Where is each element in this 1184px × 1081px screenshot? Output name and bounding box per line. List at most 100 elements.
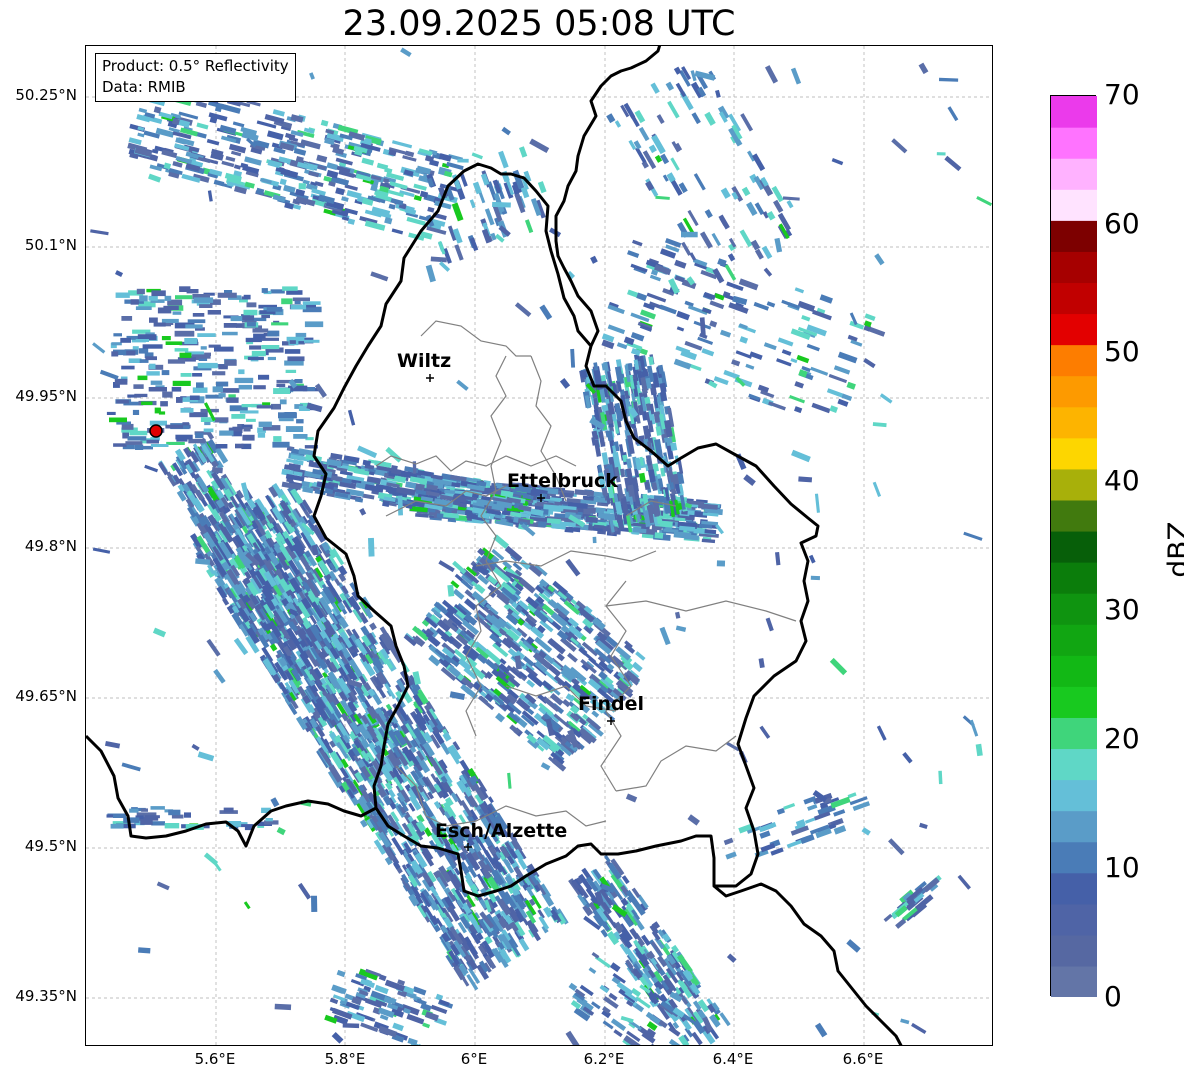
echo-cell	[121, 316, 133, 321]
echo-cell	[262, 402, 271, 406]
echo-cell	[879, 393, 893, 404]
echo-cell	[113, 333, 122, 337]
echo-cell	[406, 1013, 425, 1025]
echo-cell	[157, 307, 172, 314]
echo-cell	[781, 349, 792, 356]
echo-cell	[354, 497, 364, 503]
echo-cell	[359, 507, 367, 516]
echo-cell	[537, 181, 547, 194]
echo-cell	[138, 107, 148, 114]
echo-cell	[452, 588, 465, 600]
echo-cell	[129, 808, 139, 813]
y-tick-label: 49.8°N	[24, 537, 77, 555]
echo-cell	[635, 651, 646, 661]
echo-cell	[335, 187, 345, 196]
echo-cell	[391, 140, 413, 149]
echo-cell	[294, 379, 303, 384]
echo-cell	[302, 301, 321, 305]
echo-cell	[693, 173, 706, 191]
echo-cell	[261, 314, 270, 319]
echo-cell	[304, 339, 320, 343]
echo-cell	[273, 436, 282, 442]
echo-cell	[676, 310, 690, 321]
echo-cell	[777, 337, 794, 347]
echo-cell	[798, 476, 813, 483]
x-tick-label: 5.6°E	[194, 1050, 236, 1068]
radar-map[interactable]: Product: 0.5° Reflectivity Data: RMIB	[85, 45, 993, 1046]
echo-cell	[829, 657, 848, 676]
echo-cell	[457, 158, 469, 163]
echo-cell	[196, 382, 204, 388]
echo-cell	[136, 288, 145, 295]
echo-cell	[221, 160, 235, 168]
echo-cell	[121, 365, 135, 370]
y-tick-label: 49.5°N	[24, 837, 77, 855]
echo-cell	[776, 807, 786, 815]
echo-cell	[189, 412, 208, 418]
echo-cell	[161, 318, 179, 323]
echo-cell	[790, 358, 798, 364]
echo-cell	[316, 154, 328, 163]
echo-cell	[167, 359, 186, 364]
echo-cell	[141, 401, 153, 405]
echo-cell	[246, 322, 256, 327]
echo-cell	[175, 137, 186, 145]
echo-cell	[192, 387, 208, 393]
echo-cell	[456, 379, 469, 391]
echo-cell	[241, 404, 259, 408]
echo-cell	[451, 202, 464, 222]
echo-cell	[269, 643, 278, 652]
echo-cell	[261, 288, 268, 293]
echo-cell	[135, 306, 152, 310]
echo-cell	[416, 1043, 432, 1045]
echo-cell	[727, 253, 736, 262]
echo-cell	[266, 130, 284, 141]
echo-cell	[766, 210, 776, 221]
echo-cell	[346, 190, 362, 200]
echo-cell	[638, 472, 646, 484]
echo-cell	[246, 302, 257, 308]
echo-cell	[113, 814, 127, 818]
echo-cell	[588, 967, 597, 974]
echo-cell	[745, 363, 755, 370]
echo-cell	[715, 524, 724, 535]
echo-cell	[253, 385, 266, 390]
echo-cell	[975, 743, 983, 757]
echo-cell	[281, 298, 293, 305]
echo-cell	[689, 252, 697, 261]
echo-cell	[164, 823, 180, 829]
echo-cell	[741, 186, 751, 197]
echo-cell	[556, 653, 565, 662]
echo-cell	[763, 342, 777, 351]
echo-cell	[863, 358, 876, 369]
echo-cell	[507, 772, 512, 789]
echo-cell	[258, 374, 270, 380]
echo-cell	[649, 1043, 660, 1045]
echo-cell	[290, 304, 307, 310]
echo-cell	[172, 380, 191, 386]
echo-cell	[606, 113, 616, 124]
echo-cell	[693, 528, 705, 535]
echo-cell	[243, 294, 251, 300]
echo-cell	[422, 1022, 431, 1029]
echo-cell	[791, 449, 811, 463]
echo-cell	[179, 286, 191, 292]
echo-cell	[151, 821, 165, 826]
echo-cell	[156, 881, 170, 891]
echo-cell	[282, 286, 298, 291]
echo-cell	[725, 851, 737, 860]
echo-cell	[284, 349, 301, 354]
echo-cell	[794, 381, 804, 389]
echo-cell	[911, 1022, 927, 1035]
echo-cell	[326, 162, 338, 171]
echo-cell	[296, 419, 304, 424]
echo-cell	[215, 444, 228, 449]
echo-cell	[329, 997, 339, 1005]
echo-cell	[146, 371, 160, 376]
echo-cell	[197, 362, 218, 369]
echo-cell	[228, 394, 236, 398]
echo-cell	[447, 584, 455, 597]
echo-cell	[267, 330, 280, 337]
echo-cell	[638, 126, 650, 142]
echo-cell	[919, 822, 928, 830]
